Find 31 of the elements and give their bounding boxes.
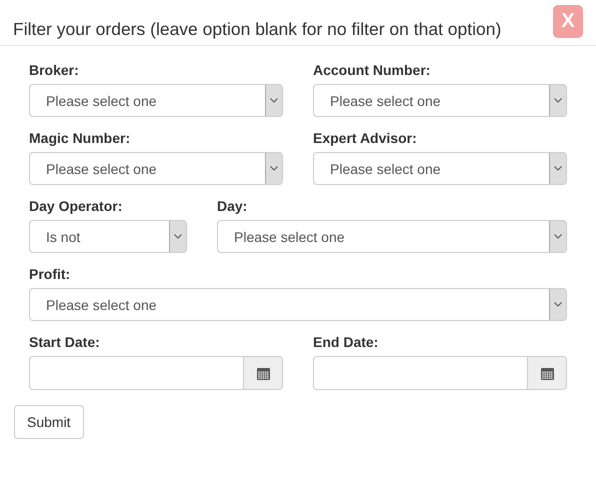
field-label: End Date: xyxy=(313,334,380,350)
dialog-title: Filter your orders (leave option blank for no filter on that option) xyxy=(13,19,502,40)
field-label: Account Number: xyxy=(313,62,432,78)
date-field[interactable] xyxy=(29,356,283,390)
dropdown[interactable]: Please select one xyxy=(217,220,567,253)
field-label: Day: xyxy=(217,198,248,214)
chevron-icon xyxy=(554,234,562,239)
chevron-icon xyxy=(554,98,562,103)
chevron-icon xyxy=(554,302,562,307)
field-label: Day Operator: xyxy=(29,198,124,214)
chevron-icon xyxy=(174,234,182,239)
field-label: Expert Advisor: xyxy=(313,130,418,146)
calendar-button[interactable] xyxy=(243,357,282,389)
dropdown[interactable]: Please select one xyxy=(29,84,283,117)
calendar-icon xyxy=(540,366,554,380)
date-field[interactable] xyxy=(313,356,567,390)
submit-button[interactable]: Submit xyxy=(14,405,84,439)
dropdown[interactable]: Please select one xyxy=(29,152,283,185)
field-label: Broker: xyxy=(29,62,80,78)
field-label: Start Date: xyxy=(29,334,101,350)
calendar-button[interactable] xyxy=(527,357,566,389)
calendar-icon xyxy=(256,366,270,380)
dropdown[interactable]: Please select one xyxy=(313,84,567,117)
chevron-icon xyxy=(270,166,278,171)
dropdown[interactable]: Please select one xyxy=(313,152,567,185)
dropdown[interactable]: Please select one xyxy=(29,288,567,321)
dropdown[interactable]: Is not xyxy=(29,220,187,253)
field-label: Magic Number: xyxy=(29,130,132,146)
chevron-icon xyxy=(270,98,278,103)
field-label: Profit: xyxy=(29,266,72,282)
chevron-icon xyxy=(554,166,562,171)
